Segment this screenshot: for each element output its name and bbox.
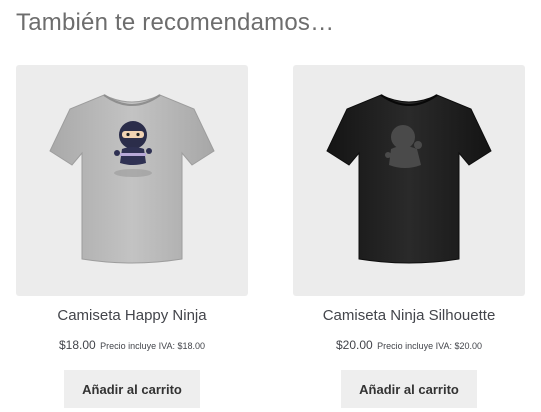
product-price: $20.00 bbox=[335, 338, 373, 352]
add-to-cart-button[interactable]: Añadir al carrito bbox=[341, 370, 477, 408]
tax-note: Precio incluye IVA: $20.00 bbox=[377, 341, 483, 351]
product-price: $18.00 bbox=[58, 338, 96, 352]
product-image-link[interactable] bbox=[293, 65, 525, 296]
price-line: $18.00 Precio incluye IVA: $18.00 bbox=[16, 336, 248, 354]
happy-ninja-tshirt-image bbox=[49, 94, 215, 264]
ninja-silhouette-tshirt-image bbox=[326, 94, 492, 264]
product-card-ninja-silhouette: Camiseta Ninja Silhouette $20.00 Precio … bbox=[293, 65, 525, 408]
product-title[interactable]: Camiseta Happy Ninja bbox=[16, 305, 248, 327]
add-to-cart-button[interactable]: Añadir al carrito bbox=[64, 370, 200, 408]
tax-note: Precio incluye IVA: $18.00 bbox=[100, 341, 206, 351]
section-title: También te recomendamos… bbox=[16, 9, 335, 36]
price-line: $20.00 Precio incluye IVA: $20.00 bbox=[293, 336, 525, 354]
product-card-happy-ninja: Camiseta Happy Ninja $18.00 Precio inclu… bbox=[16, 65, 248, 408]
product-title[interactable]: Camiseta Ninja Silhouette bbox=[293, 305, 525, 327]
product-image-link[interactable] bbox=[16, 65, 248, 296]
